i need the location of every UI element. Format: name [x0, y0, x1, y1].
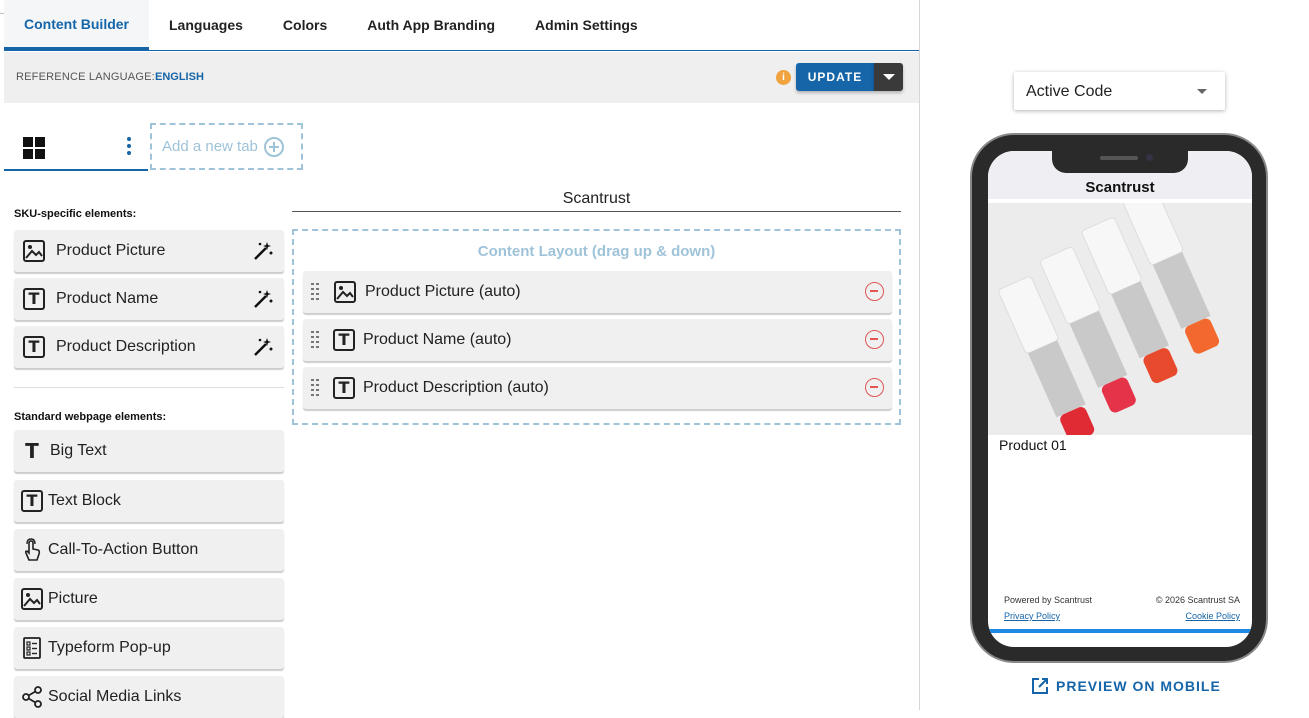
- palette-item-label: Typeform Pop-up: [48, 639, 171, 656]
- preview-on-mobile-button[interactable]: PREVIEW ON MOBILE: [1030, 676, 1221, 696]
- magic-wand-icon: [252, 336, 274, 358]
- text-box-icon: T: [333, 329, 355, 351]
- palette-item-social-media-links[interactable]: Social Media Links: [14, 676, 284, 718]
- phone-mockup: Scantrust Product 01 Powered by Scantrus…: [970, 133, 1268, 663]
- tab-grid-layout[interactable]: [4, 123, 148, 171]
- canvas-divider: [292, 211, 901, 212]
- layout-item-product-name[interactable]: T Product Name (auto): [303, 319, 892, 361]
- layout-item-product-description[interactable]: T Product Description (auto): [303, 367, 892, 409]
- phone-product-name: Product 01: [999, 437, 1067, 453]
- grid-icon: [23, 137, 45, 159]
- powered-by-text: Powered by Scantrust: [1004, 595, 1093, 605]
- layout-item-label: Product Description (auto): [363, 379, 549, 396]
- palette-item-product-picture[interactable]: Product Picture: [14, 230, 284, 272]
- product-image: [988, 187, 1252, 442]
- palette-divider: [14, 387, 284, 388]
- text-box-icon: T: [20, 489, 44, 513]
- text-box-icon: T: [333, 377, 355, 399]
- big-text-icon: T: [25, 439, 39, 463]
- update-button[interactable]: UPDATE: [796, 63, 874, 91]
- update-options-chevron-down-icon[interactable]: [874, 63, 903, 91]
- add-new-tab-label: Add a new tab: [162, 138, 258, 155]
- content-builder-pane: Content Builder Languages Colors Auth Ap…: [0, 0, 920, 718]
- text-box-icon: T: [22, 287, 46, 311]
- share-icon: [20, 685, 44, 709]
- info-icon[interactable]: i: [776, 70, 791, 85]
- palette-item-typeform-popup[interactable]: Typeform Pop-up: [14, 627, 284, 669]
- palette-item-big-text[interactable]: T Big Text: [14, 430, 284, 472]
- external-link-icon: [1030, 676, 1050, 696]
- layout-item-label: Product Picture (auto): [365, 283, 521, 300]
- remove-circle-icon[interactable]: [865, 330, 884, 349]
- tab-colors[interactable]: Colors: [263, 0, 347, 50]
- code-type-select[interactable]: Active Code: [1014, 72, 1225, 110]
- magic-wand-icon: [252, 240, 274, 262]
- remove-circle-icon[interactable]: [865, 378, 884, 397]
- tab-admin-settings[interactable]: Admin Settings: [515, 0, 658, 50]
- preview-on-mobile-label: PREVIEW ON MOBILE: [1056, 678, 1221, 694]
- phone-notch: [1052, 151, 1188, 173]
- drag-handle-icon[interactable]: [311, 331, 319, 349]
- reference-language-value[interactable]: ENGLISH: [155, 71, 204, 83]
- top-tab-bar: Content Builder Languages Colors Auth Ap…: [4, 0, 919, 51]
- canvas-title: Scantrust: [562, 190, 631, 207]
- drag-handle-icon[interactable]: [311, 283, 319, 301]
- privacy-policy-link[interactable]: Privacy Policy: [1004, 611, 1060, 621]
- image-icon: [333, 280, 357, 304]
- magic-wand-icon: [252, 288, 274, 310]
- reference-language-bar: REFERENCE LANGUAGE: ENGLISH i UPDATE: [4, 52, 919, 103]
- palette-item-label: Text Block: [48, 492, 121, 509]
- text-box-icon: T: [22, 335, 46, 359]
- cookie-policy-link[interactable]: Cookie Policy: [1185, 611, 1240, 621]
- palette-item-picture[interactable]: Picture: [14, 578, 284, 620]
- add-new-tab-button[interactable]: Add a new tab: [150, 123, 303, 170]
- layout-item-label: Product Name (auto): [363, 331, 512, 348]
- image-icon: [20, 587, 44, 611]
- palette-item-label: Big Text: [50, 442, 107, 459]
- palette-item-label: Product Picture: [56, 242, 166, 259]
- standard-elements-title: Standard webpage elements:: [14, 411, 167, 423]
- palette-item-label: Call-To-Action Button: [48, 541, 199, 558]
- kebab-menu-icon[interactable]: [126, 137, 132, 157]
- palette-item-product-description[interactable]: T Product Description: [14, 326, 284, 368]
- copyright-text: © 2026 Scantrust SA: [1155, 595, 1240, 605]
- phone-footer: Powered by Scantrust © 2026 Scantrust SA…: [1004, 589, 1240, 621]
- tap-icon: [20, 538, 44, 562]
- drag-handle-icon[interactable]: [311, 379, 319, 397]
- palette-item-product-name[interactable]: T Product Name: [14, 278, 284, 320]
- palette-item-text-block[interactable]: T Text Block: [14, 480, 284, 522]
- content-layout-title: Content Layout (drag up & down): [477, 243, 716, 260]
- palette-item-call-to-action-button[interactable]: Call-To-Action Button: [14, 529, 284, 571]
- tab-content-builder[interactable]: Content Builder: [4, 0, 149, 50]
- palette-item-label: Social Media Links: [48, 688, 182, 705]
- plus-circle-icon: [263, 136, 284, 157]
- remove-circle-icon[interactable]: [865, 282, 884, 301]
- reference-language-label: REFERENCE LANGUAGE:: [16, 71, 155, 83]
- layout-item-product-picture[interactable]: Product Picture (auto): [303, 271, 892, 313]
- form-icon: [20, 636, 44, 660]
- palette-item-label: Picture: [48, 590, 98, 607]
- content-layout-dropzone[interactable]: Content Layout (drag up & down) Product …: [292, 229, 901, 425]
- phone-bottom-bar: [988, 629, 1252, 633]
- sku-elements-title: SKU-specific elements:: [14, 208, 137, 220]
- palette-item-label: Product Description: [56, 338, 196, 355]
- palette-item-label: Product Name: [56, 290, 159, 307]
- tab-languages[interactable]: Languages: [149, 0, 263, 50]
- image-icon: [22, 239, 46, 263]
- tab-auth-app-branding[interactable]: Auth App Branding: [347, 0, 515, 50]
- phone-screen: Scantrust Product 01 Powered by Scantrus…: [988, 151, 1252, 647]
- preview-pane: Active Code Scantrust Product 01 Powered…: [920, 0, 1309, 710]
